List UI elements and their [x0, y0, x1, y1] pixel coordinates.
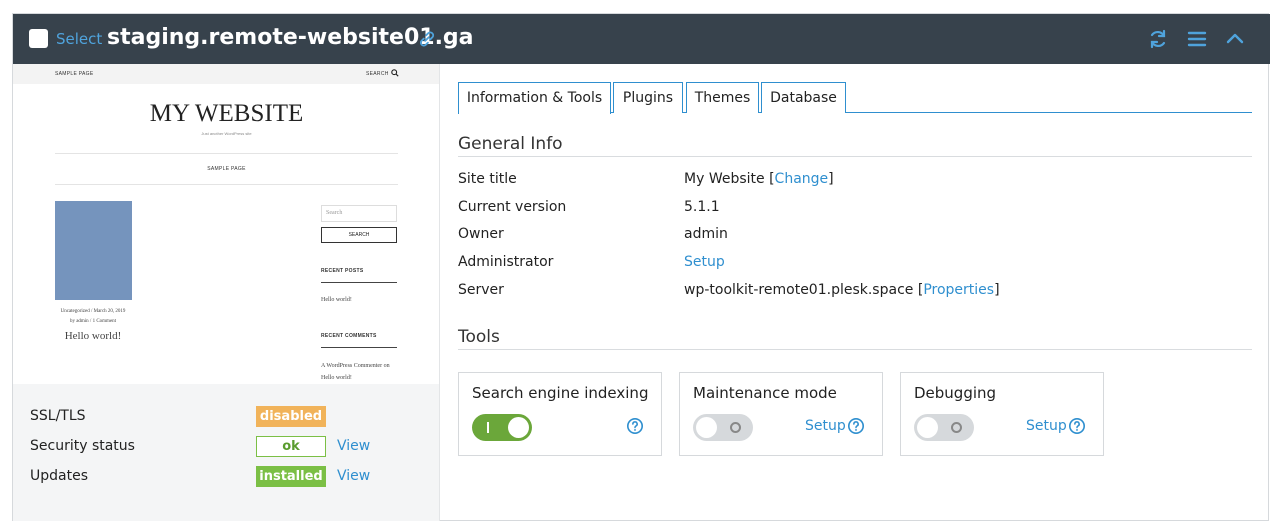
tool-title: Search engine indexing: [472, 384, 649, 402]
preview-recent-comment: A WordPress Commenter on: [321, 363, 390, 369]
preview-tagline: Just another WordPress site: [201, 131, 252, 136]
ssl-status-badge[interactable]: disabled: [256, 406, 326, 427]
tool-card-maintenance-mode: Maintenance mode Setup: [679, 372, 883, 456]
preview-featured-image: [55, 201, 132, 300]
preview-recent-post: Hello world!: [321, 297, 352, 303]
help-circle-icon[interactable]: [626, 417, 644, 435]
preview-menu-item: SAMPLE PAGE: [207, 166, 246, 172]
section-divider: [458, 156, 1252, 157]
security-status-label: Security status: [30, 438, 135, 454]
change-site-title-link[interactable]: Change: [775, 171, 829, 187]
toggle-on-mark: [487, 422, 489, 433]
bracket: ]: [994, 282, 1000, 298]
preview-recent-posts-heading: RECENT POSTS: [321, 268, 364, 274]
general-info-heading: General Info: [458, 134, 563, 154]
server-text: wp-toolkit-remote01.plesk.space: [684, 282, 914, 298]
refresh-icon[interactable]: [1146, 27, 1170, 51]
debugging-setup-link[interactable]: Setup: [1026, 418, 1067, 434]
site-card: Select staging.remote-website01.ga SAMPL…: [12, 13, 1270, 521]
tab-themes[interactable]: Themes: [686, 82, 759, 113]
preview-nav-right: SEARCH: [366, 71, 389, 77]
ssl-label: SSL/TLS: [30, 408, 86, 424]
preview-post-meta: Uncategorized / March 20, 2019: [60, 309, 126, 314]
administrator-label: Administrator: [458, 254, 554, 270]
bracket: ]: [828, 171, 834, 187]
updates-label: Updates: [30, 468, 88, 484]
owner-value: admin: [684, 226, 728, 242]
hamburger-menu-icon[interactable]: [1185, 27, 1209, 51]
preview-nav-left: SAMPLE PAGE: [55, 71, 94, 77]
current-version-value: 5.1.1: [684, 199, 720, 215]
maintenance-mode-toggle[interactable]: [693, 414, 753, 441]
select-checkbox[interactable]: [29, 29, 48, 48]
chevron-up-icon[interactable]: [1223, 27, 1247, 51]
tab-plugins[interactable]: Plugins: [613, 82, 683, 113]
administrator-setup-link[interactable]: Setup: [684, 254, 725, 270]
preview-site-title: MY WEBSITE: [149, 100, 304, 127]
search-engine-indexing-toggle[interactable]: [472, 414, 532, 441]
debugging-toggle[interactable]: [914, 414, 974, 441]
tool-card-debugging: Debugging Setup: [900, 372, 1104, 456]
preview-search-icon: [391, 69, 399, 77]
toggle-knob: [696, 417, 717, 438]
preview-divider: [321, 347, 397, 348]
toggle-off-mark: [951, 422, 962, 433]
owner-label: Owner: [458, 226, 504, 242]
preview-post-meta: by admin / 1 Comment: [69, 319, 117, 324]
preview-divider: [55, 184, 398, 185]
tab-information-tools[interactable]: Information & Tools: [458, 82, 611, 114]
tab-database[interactable]: Database: [761, 82, 846, 113]
toggle-off-mark: [730, 422, 741, 433]
link-icon[interactable]: [416, 28, 438, 50]
current-version-label: Current version: [458, 199, 567, 215]
help-circle-icon[interactable]: [1068, 417, 1086, 435]
tool-title: Maintenance mode: [693, 384, 837, 402]
site-title-label: Site title: [458, 171, 517, 187]
preview-search-input: Search: [321, 205, 397, 222]
updates-status-badge[interactable]: installed: [256, 466, 326, 487]
preview-recent-comment: Hello world!: [321, 375, 352, 381]
security-status-badge[interactable]: ok: [256, 436, 326, 457]
updates-view-link[interactable]: View: [337, 468, 370, 484]
preview-post-title: Hello world!: [64, 330, 122, 342]
server-label: Server: [458, 282, 504, 298]
section-divider: [458, 349, 1252, 350]
tools-heading: Tools: [458, 327, 500, 347]
server-value: wp-toolkit-remote01.plesk.space [Propert…: [684, 282, 1000, 298]
site-header-bar: Select staging.remote-website01.ga: [13, 14, 1270, 64]
tool-card-search-engine-indexing: Search engine indexing: [458, 372, 662, 456]
preview-recent-comments-heading: RECENT COMMENTS: [321, 333, 377, 339]
website-preview[interactable]: SAMPLE PAGE SEARCH MY WEBSITE Just anoth…: [13, 64, 440, 384]
site-title-value: My Website [Change]: [684, 171, 834, 187]
preview-divider: [321, 282, 397, 283]
site-status-panel: SSL/TLS disabled Security status ok View…: [13, 384, 440, 521]
tab-bar: Information & Tools Plugins Themes Datab…: [458, 82, 1252, 114]
toggle-knob: [917, 417, 938, 438]
server-properties-link[interactable]: Properties: [923, 282, 994, 298]
preview-search-button: SEARCH: [321, 227, 397, 243]
tool-title: Debugging: [914, 384, 997, 402]
security-view-link[interactable]: View: [337, 438, 370, 454]
site-title-text: My Website: [684, 171, 765, 187]
select-label[interactable]: Select: [56, 30, 102, 48]
preview-divider: [55, 153, 398, 154]
help-circle-icon[interactable]: [847, 417, 865, 435]
toggle-knob: [508, 417, 529, 438]
maintenance-setup-link[interactable]: Setup: [805, 418, 846, 434]
